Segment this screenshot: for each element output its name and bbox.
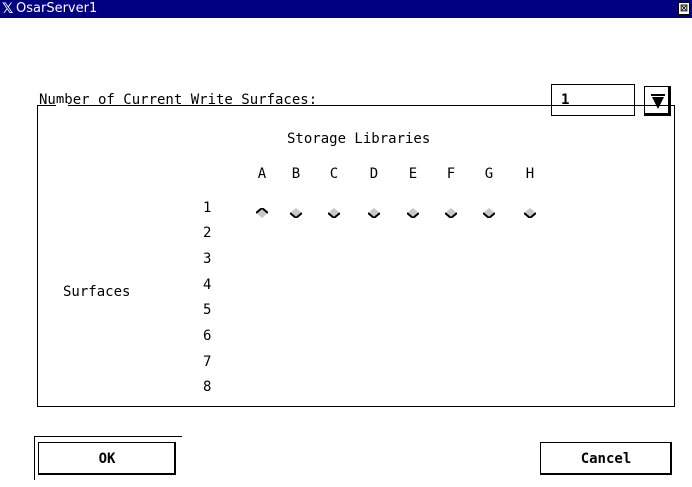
ok-button[interactable]: OK [38,442,176,475]
window-title: OsarServer1 [16,1,98,16]
diamond-icon [444,208,458,220]
column-header-d: D [369,166,379,182]
surface-row-4: 4 [203,277,212,293]
library-e-radio[interactable] [406,203,420,220]
column-header-g: G [484,166,494,182]
cancel-button[interactable]: Cancel [540,442,672,475]
surfaces-label: Surfaces [63,284,131,300]
surface-row-6: 6 [203,328,212,344]
column-header-c: C [329,166,339,182]
column-header-f: F [446,166,456,182]
library-f-radio[interactable] [444,203,458,220]
storage-libraries-group [37,105,675,407]
surface-row-3: 3 [203,251,212,267]
x-window-icon: 𝕏 [2,1,14,17]
diamond-selected-icon [255,206,269,218]
surface-row-2: 2 [203,225,212,241]
diamond-icon [327,208,341,220]
column-header-a: A [257,166,267,182]
diamond-icon [523,208,537,220]
diamond-icon [367,208,381,220]
surface-row-5: 5 [203,302,212,318]
diamond-icon [482,208,496,220]
library-a-radio[interactable] [255,203,269,218]
diamond-icon [406,208,420,220]
storage-libraries-title: Storage Libraries [287,131,431,147]
library-c-radio[interactable] [327,203,341,220]
surface-row-8: 8 [203,379,212,395]
column-header-b: B [291,166,301,182]
library-b-radio[interactable] [289,203,303,220]
window-title-bar[interactable]: 𝕏 OsarServer1 ⊠ [0,0,692,18]
library-h-radio[interactable] [523,203,537,220]
library-d-radio[interactable] [367,203,381,220]
library-g-radio[interactable] [482,203,496,220]
surface-row-7: 7 [203,354,212,370]
group-notch [56,103,68,107]
column-header-e: E [408,166,418,182]
diamond-icon [289,208,303,220]
surface-row-1: 1 [203,200,212,216]
column-header-h: H [525,166,535,182]
close-icon[interactable]: ⊠ [678,2,690,15]
